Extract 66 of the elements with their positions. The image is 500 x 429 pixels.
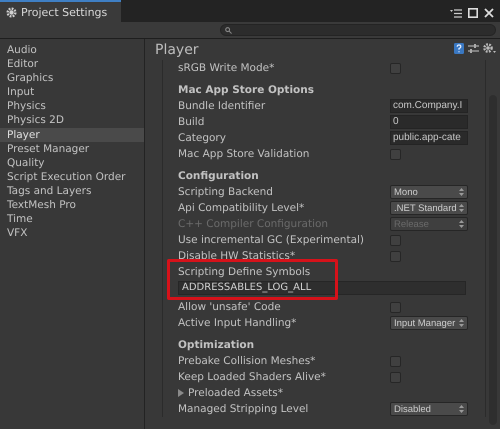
sidebar-item[interactable]: Quality — [0, 156, 144, 170]
foldout[interactable]: Preloaded Assets* — [178, 387, 284, 399]
sidebar-item[interactable]: VFX — [0, 226, 144, 240]
field-label: Bundle Identifier — [178, 100, 266, 112]
expand-arrow-icon — [178, 389, 185, 397]
dropdown[interactable]: Disabled — [390, 402, 468, 416]
dropdown[interactable]: Input Manager — [390, 316, 468, 330]
sliders-icon[interactable] — [468, 43, 479, 54]
field-label: Disable HW Statistics* — [178, 250, 296, 262]
sidebar-item[interactable]: Physics 2D — [0, 113, 144, 128]
dropdown-arrows-icon — [459, 220, 464, 228]
sidebar-item[interactable]: Editor — [0, 57, 144, 72]
gear-icon — [6, 6, 17, 18]
help-icon[interactable] — [454, 43, 464, 54]
checkbox[interactable] — [390, 62, 401, 74]
window-title: Project Settings — [21, 6, 108, 18]
sidebar-item[interactable]: TextMesh Pro — [0, 198, 144, 212]
checkbox[interactable] — [390, 250, 401, 262]
close-icon[interactable] — [484, 8, 494, 18]
field-label: Mac App Store Validation — [178, 148, 310, 160]
field-label: Use incremental GC (Experimental) — [178, 234, 366, 246]
sidebar-item[interactable]: Time — [0, 212, 144, 226]
field-label: Api Compatibility Level* — [178, 202, 306, 214]
dropdown-arrows-icon — [459, 204, 464, 212]
checkbox[interactable] — [390, 356, 401, 366]
search-icon — [225, 26, 232, 34]
dropdown-arrows-icon — [459, 188, 464, 196]
dropdown[interactable]: Mono — [390, 185, 468, 199]
section-header: Optimization — [178, 339, 254, 351]
sidebar-item[interactable]: Audio — [0, 43, 144, 58]
sidebar-item[interactable]: Script Execution Order — [0, 170, 144, 184]
window-tab[interactable]: Project Settings — [0, 0, 122, 22]
menu-icon[interactable] — [450, 8, 462, 18]
dropdown-arrows-icon — [459, 319, 464, 327]
checkbox[interactable] — [390, 302, 401, 312]
field-label: Keep Loaded Shaders Alive* — [178, 371, 327, 383]
field-label: Build — [178, 116, 206, 128]
sidebar-item[interactable]: Player — [0, 128, 144, 142]
field-label: Prebake Collision Meshes* — [178, 355, 316, 367]
maximize-icon[interactable] — [468, 8, 478, 18]
field-label: Active Input Handling* — [178, 317, 298, 329]
field-label: Scripting Define Symbols — [178, 266, 312, 278]
input-field[interactable]: ADDRESSABLES_LOG_ALL — [178, 281, 466, 295]
checkbox[interactable] — [390, 372, 401, 382]
field-label: sRGB Write Mode* — [178, 62, 276, 74]
sidebar-item[interactable]: Preset Manager — [0, 142, 144, 156]
section-header: Configuration — [178, 170, 259, 182]
checkbox[interactable] — [390, 148, 401, 160]
field-label: Scripting Backend — [178, 186, 274, 198]
sidebar-item[interactable]: Physics — [0, 99, 144, 114]
dropdown[interactable]: .NET Standard — [390, 201, 468, 215]
sidebar-item[interactable]: Graphics — [0, 71, 144, 86]
section-header: Mac App Store Options — [178, 84, 314, 96]
field-label: Managed Stripping Level — [178, 403, 310, 415]
text-field[interactable]: com.Company.I — [390, 99, 468, 113]
search-field[interactable] — [220, 24, 496, 36]
text-field[interactable]: 0 — [390, 115, 468, 129]
sidebar-item[interactable]: Tags and Layers — [0, 184, 144, 198]
panel-title: Player — [155, 43, 199, 57]
sidebar-item[interactable]: Input — [0, 85, 144, 100]
settings-icon[interactable] — [483, 43, 496, 54]
checkbox[interactable] — [390, 234, 401, 246]
field-label: Category — [178, 132, 227, 144]
dropdown-arrows-icon — [459, 405, 464, 413]
text-field[interactable]: public.app-cate — [390, 131, 468, 145]
field-label: Allow 'unsafe' Code — [178, 301, 282, 313]
